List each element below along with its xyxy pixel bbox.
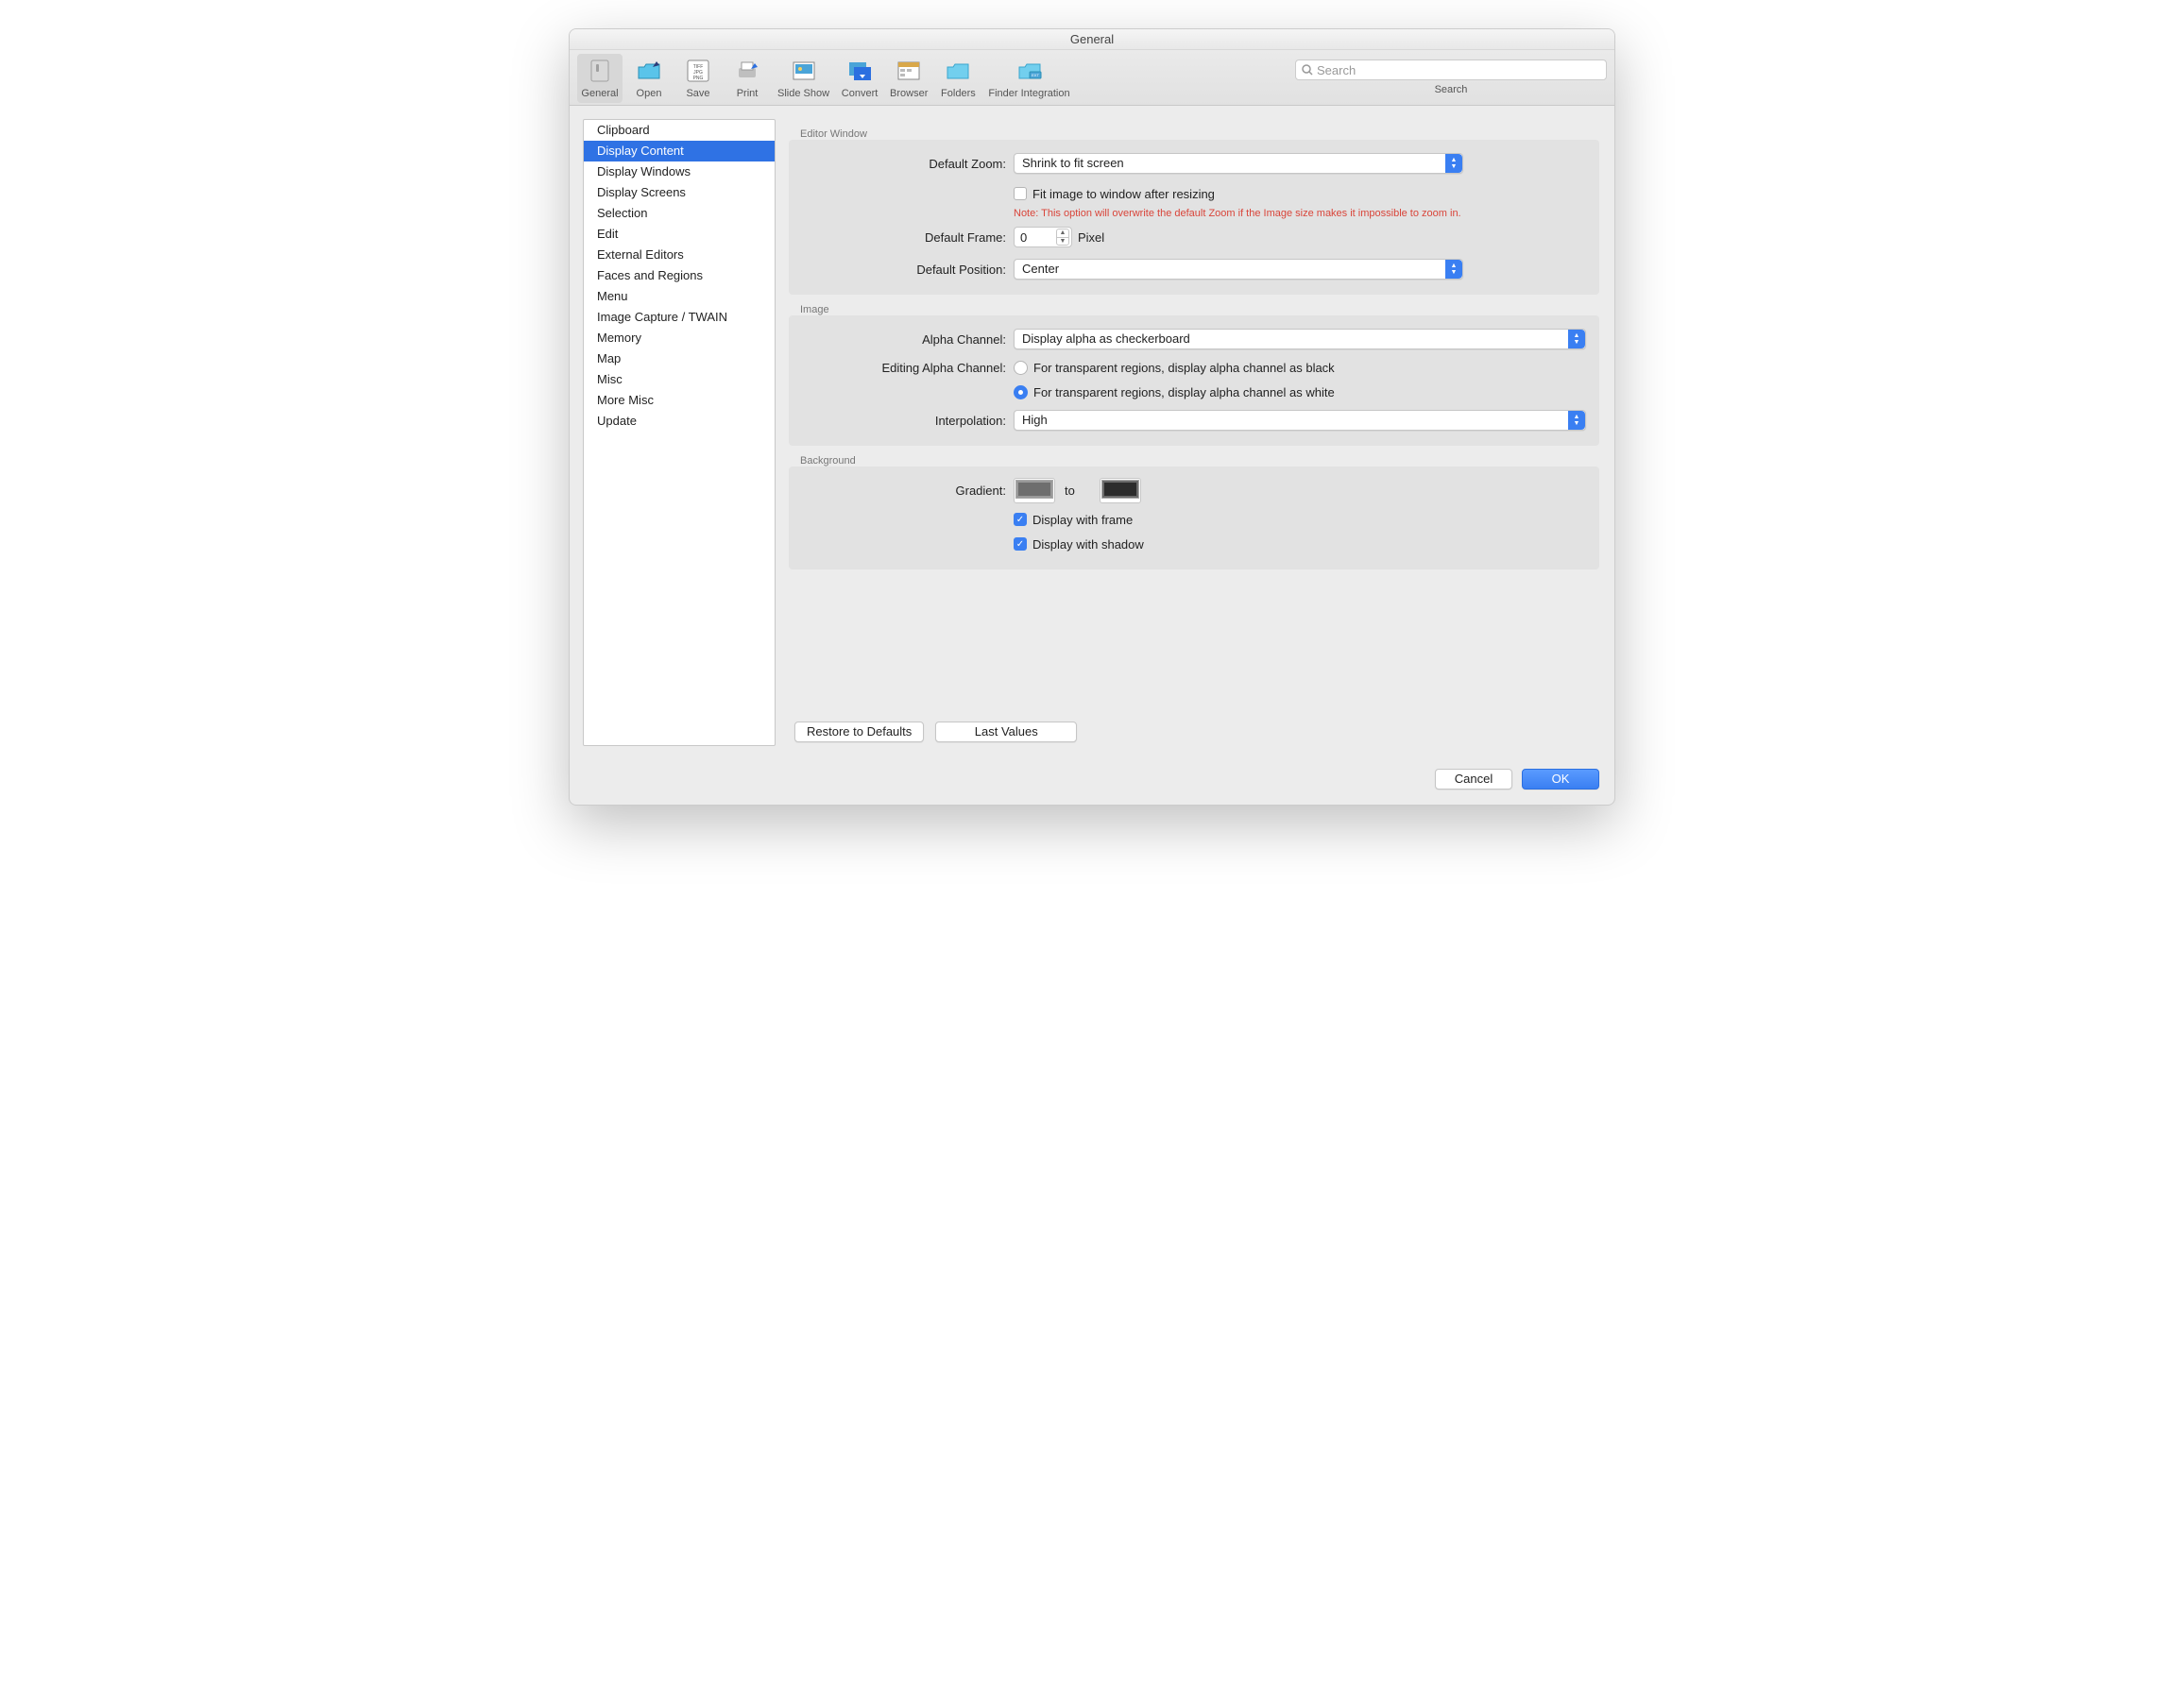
ok-button[interactable]: OK [1522, 769, 1599, 790]
label-gradient: Gradient: [802, 484, 1006, 498]
colorwell-gradient-to[interactable] [1101, 480, 1139, 499]
toolbar-general[interactable]: General [577, 54, 623, 103]
section-image: Alpha Channel: Display alpha as checkerb… [789, 315, 1599, 446]
cancel-button[interactable]: Cancel [1435, 769, 1512, 790]
label-default-frame: Default Frame: [802, 230, 1006, 245]
label-display-frame: Display with frame [1032, 513, 1133, 527]
preferences-window: General General Open TIFFJPGPNG Save Pri… [569, 28, 1615, 806]
select-default-zoom[interactable]: Shrink to fit screen ▲▼ [1014, 153, 1463, 174]
sidebar-item-display-screens[interactable]: Display Screens [584, 182, 775, 203]
toolbar-browser[interactable]: Browser [886, 54, 931, 103]
browser-icon [894, 56, 924, 86]
sidebar-item-faces-regions[interactable]: Faces and Regions [584, 265, 775, 286]
sidebar-item-edit[interactable]: Edit [584, 224, 775, 245]
select-interpolation[interactable]: High ▲▼ [1014, 410, 1586, 431]
sidebar-item-display-content[interactable]: Display Content [584, 141, 775, 161]
last-values-button[interactable]: Last Values [935, 722, 1077, 742]
select-alpha-channel[interactable]: Display alpha as checkerboard ▲▼ [1014, 329, 1586, 349]
toolbar-slideshow[interactable]: Slide Show [774, 54, 833, 103]
toolbar-save[interactable]: TIFFJPGPNG Save [675, 54, 721, 103]
finder-integration-icon: EXT [1015, 56, 1045, 86]
label-to: to [1061, 484, 1094, 498]
chevron-updown-icon: ▲▼ [1568, 411, 1585, 430]
sidebar-item-external-editors[interactable]: External Editors [584, 245, 775, 265]
unit-pixel: Pixel [1078, 230, 1104, 245]
section-background: Gradient: to [789, 467, 1599, 569]
sidebar-item-image-capture[interactable]: Image Capture / TWAIN [584, 307, 775, 328]
toolbar-finder-integration[interactable]: EXT Finder Integration [984, 54, 1073, 103]
svg-text:PNG: PNG [693, 76, 704, 81]
section-title-background: Background [789, 446, 1599, 467]
sidebar-item-menu[interactable]: Menu [584, 286, 775, 307]
save-icon: TIFFJPGPNG [683, 56, 713, 86]
label-interpolation: Interpolation: [802, 414, 1006, 428]
chevron-updown-icon: ▲▼ [1568, 330, 1585, 348]
label-fit-image: Fit image to window after resizing [1032, 187, 1215, 201]
label-default-zoom: Default Zoom: [802, 157, 1006, 171]
toolbar-folders[interactable]: Folders [935, 54, 981, 103]
sidebar-item-display-windows[interactable]: Display Windows [584, 161, 775, 182]
search-label: Search [1435, 84, 1468, 95]
radio-alpha-white[interactable] [1014, 385, 1028, 399]
toolbar: General Open TIFFJPGPNG Save Print Slide… [570, 50, 1614, 106]
toolbar-open[interactable]: Open [626, 54, 672, 103]
checkbox-fit-image[interactable] [1014, 187, 1027, 200]
sidebar-item-memory[interactable]: Memory [584, 328, 775, 348]
chevron-updown-icon: ▲▼ [1445, 260, 1462, 279]
chevron-updown-icon: ▲▼ [1445, 154, 1462, 173]
colorwell-gradient-from[interactable] [1015, 480, 1053, 499]
slideshow-icon [789, 56, 819, 86]
label-default-position: Default Position: [802, 263, 1006, 277]
restore-defaults-button[interactable]: Restore to Defaults [794, 722, 924, 742]
window-title: General [570, 29, 1614, 50]
note-fit-image: Note: This option will overwrite the def… [1014, 208, 1461, 219]
folders-icon [943, 56, 973, 86]
convert-icon [845, 56, 875, 86]
search-input[interactable]: Search [1295, 59, 1607, 80]
section-title-image: Image [789, 295, 1599, 315]
checkbox-display-shadow[interactable]: ✓ [1014, 537, 1027, 551]
radio-alpha-black[interactable] [1014, 361, 1028, 375]
label-alpha-black: For transparent regions, display alpha c… [1033, 361, 1335, 375]
toolbar-convert[interactable]: Convert [837, 54, 882, 103]
search-icon [1302, 64, 1313, 76]
stepper-default-frame[interactable]: ▲▼ [1056, 229, 1069, 246]
label-alpha-white: For transparent regions, display alpha c… [1033, 385, 1335, 399]
sidebar-item-update[interactable]: Update [584, 411, 775, 432]
input-default-frame[interactable]: 0 ▲▼ [1014, 227, 1072, 247]
open-icon [634, 56, 664, 86]
print-icon [732, 56, 762, 86]
label-display-shadow: Display with shadow [1032, 537, 1144, 552]
svg-text:EXT: EXT [1032, 73, 1039, 77]
general-icon [585, 56, 615, 86]
section-title-editor: Editor Window [789, 119, 1599, 140]
label-alpha-channel: Alpha Channel: [802, 332, 1006, 347]
sidebar-item-more-misc[interactable]: More Misc [584, 390, 775, 411]
sidebar-item-map[interactable]: Map [584, 348, 775, 369]
sidebar-item-misc[interactable]: Misc [584, 369, 775, 390]
sidebar-item-clipboard[interactable]: Clipboard [584, 120, 775, 141]
checkbox-display-frame[interactable]: ✓ [1014, 513, 1027, 526]
sidebar: Clipboard Display Content Display Window… [583, 119, 776, 746]
sidebar-item-selection[interactable]: Selection [584, 203, 775, 224]
toolbar-print[interactable]: Print [725, 54, 770, 103]
label-editing-alpha: Editing Alpha Channel: [802, 361, 1006, 375]
select-default-position[interactable]: Center ▲▼ [1014, 259, 1463, 280]
section-editor: Default Zoom: Shrink to fit screen ▲▼ [789, 140, 1599, 295]
